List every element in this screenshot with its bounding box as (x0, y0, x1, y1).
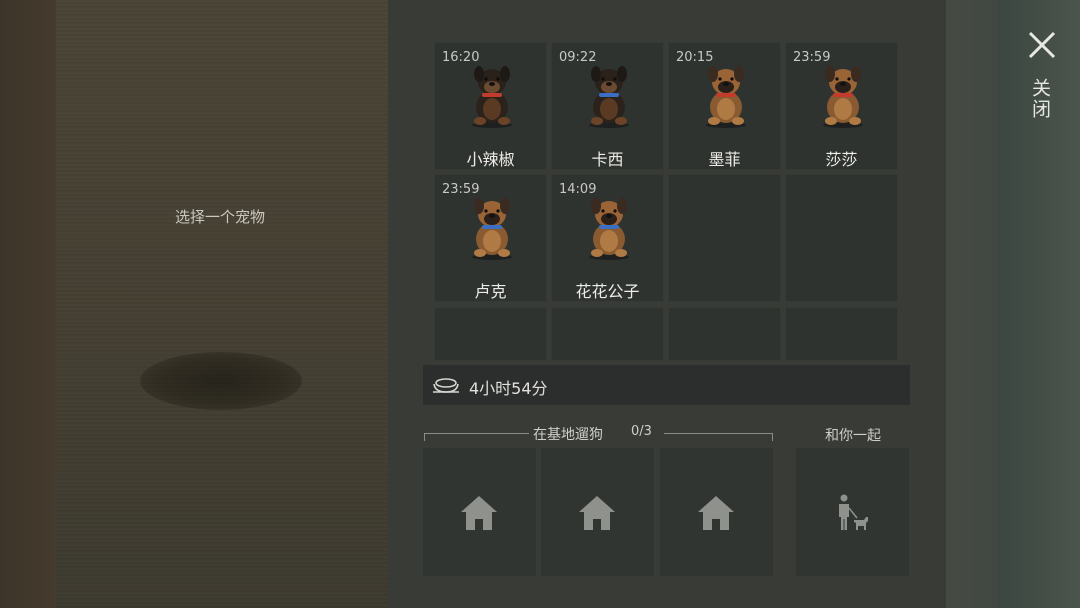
empty-pet-slot (785, 307, 898, 361)
food-status-bar: 4小时54分 (423, 365, 910, 405)
with-you-label: 和你一起 (825, 428, 881, 444)
house-icon (579, 496, 615, 530)
doghouse-slot[interactable] (541, 448, 654, 576)
pet-slot[interactable]: 23:59 莎莎 (785, 42, 898, 170)
background-left-edge (0, 0, 56, 608)
empty-pet-slot (551, 307, 664, 361)
walk-at-base-label: 在基地遛狗 (533, 427, 603, 443)
with-you-slot[interactable] (796, 448, 909, 576)
dog-icon (589, 66, 629, 128)
pet-slot[interactable]: 14:09 花花公子 (551, 174, 664, 302)
pet-slot[interactable]: 23:59 卢克 (434, 174, 547, 302)
empty-pet-slot (668, 307, 781, 361)
pet-slot[interactable]: 20:15 墨菲 (668, 42, 781, 170)
dog-icon (472, 66, 512, 128)
pet-slot[interactable]: 09:22 卡西 (551, 42, 664, 170)
pet-name: 卡西 (591, 150, 624, 169)
close-icon[interactable] (1022, 28, 1062, 64)
doghouse-slot[interactable] (660, 448, 773, 576)
doghouse-slot[interactable] (423, 448, 536, 576)
pet-grid: 16:20 小辣椒 09:22 卡西 20:15 墨菲 23:59 莎莎 23:… (434, 42, 900, 362)
empty-pet-slot (785, 174, 898, 302)
house-icon (461, 496, 497, 530)
empty-pet-slot (434, 307, 547, 361)
pet-preview-area (56, 0, 388, 608)
divider (424, 433, 529, 434)
bowl-icon (433, 378, 459, 393)
person-with-dog-icon (839, 494, 868, 530)
divider (772, 433, 773, 441)
divider (424, 433, 425, 441)
dog-icon (472, 198, 512, 260)
pet-slot[interactable]: 16:20 小辣椒 (434, 42, 547, 170)
dog-icon (823, 66, 863, 128)
close-button[interactable]: 关闭 (1029, 78, 1054, 120)
dog-icon (706, 66, 746, 128)
divider (664, 433, 773, 434)
pet-name: 花花公子 (575, 282, 640, 301)
pet-name: 墨菲 (708, 150, 741, 169)
dog-icon (589, 198, 629, 260)
empty-pet-slot (668, 174, 781, 302)
pet-name: 卢克 (474, 282, 507, 301)
walk-count: 0/3 (631, 424, 652, 439)
pet-name: 小辣椒 (466, 150, 515, 169)
select-pet-hint: 选择一个宠物 (174, 208, 265, 226)
pet-name: 莎莎 (825, 150, 858, 169)
pet-stand-shadow (140, 352, 302, 410)
house-icon (698, 496, 734, 530)
food-remaining-time: 4小时54分 (469, 379, 548, 398)
